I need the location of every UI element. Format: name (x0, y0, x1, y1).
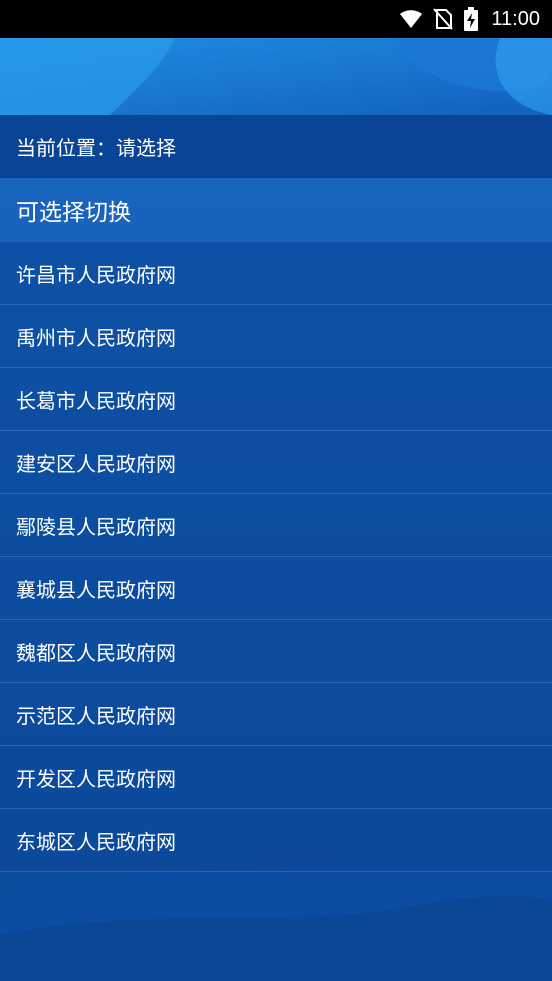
gov-site-label: 示范区人民政府网 (16, 703, 176, 728)
gov-site-label: 建安区人民政府网 (16, 451, 176, 476)
switch-header: 可选择切换 (0, 178, 552, 242)
gov-site-label: 开发区人民政府网 (16, 766, 176, 791)
gov-site-item[interactable]: 东城区人民政府网 (0, 809, 552, 872)
gov-site-label: 许昌市人民政府网 (16, 262, 176, 287)
gov-site-item[interactable]: 魏都区人民政府网 (0, 620, 552, 683)
gov-site-label: 长葛市人民政府网 (16, 388, 176, 413)
gov-site-label: 鄢陵县人民政府网 (16, 514, 176, 539)
gov-site-item[interactable]: 长葛市人民政府网 (0, 368, 552, 431)
gov-site-item[interactable]: 许昌市人民政府网 (0, 242, 552, 305)
switch-header-label: 可选择切换 (16, 200, 131, 226)
gov-site-item[interactable]: 禹州市人民政府网 (0, 305, 552, 368)
status-icons: 11:00 (399, 0, 540, 38)
gov-site-label: 禹州市人民政府网 (16, 325, 176, 350)
wifi-icon (399, 9, 423, 29)
gov-site-item[interactable]: 建安区人民政府网 (0, 431, 552, 494)
gov-site-list: 许昌市人民政府网 禹州市人民政府网 长葛市人民政府网 建安区人民政府网 鄢陵县人… (0, 242, 552, 872)
current-location-label: 当前位置：请选择 (16, 136, 176, 160)
gov-site-item[interactable]: 鄢陵县人民政府网 (0, 494, 552, 557)
current-location-bar: 当前位置：请选择 (0, 115, 552, 178)
gov-site-item[interactable]: 襄城县人民政府网 (0, 557, 552, 620)
gov-site-item[interactable]: 开发区人民政府网 (0, 746, 552, 809)
battery-charging-icon (463, 7, 479, 31)
gov-site-item[interactable]: 示范区人民政府网 (0, 683, 552, 746)
status-bar: 11:00 (0, 0, 552, 38)
gov-site-label: 魏都区人民政府网 (16, 640, 176, 665)
gov-site-label: 襄城县人民政府网 (16, 577, 176, 602)
gov-site-label: 东城区人民政府网 (16, 829, 176, 854)
main-content: 当前位置：请选择 可选择切换 许昌市人民政府网 禹州市人民政府网 长葛市人民政府… (0, 115, 552, 872)
status-time: 11:00 (491, 7, 540, 30)
no-sim-icon (433, 8, 454, 30)
